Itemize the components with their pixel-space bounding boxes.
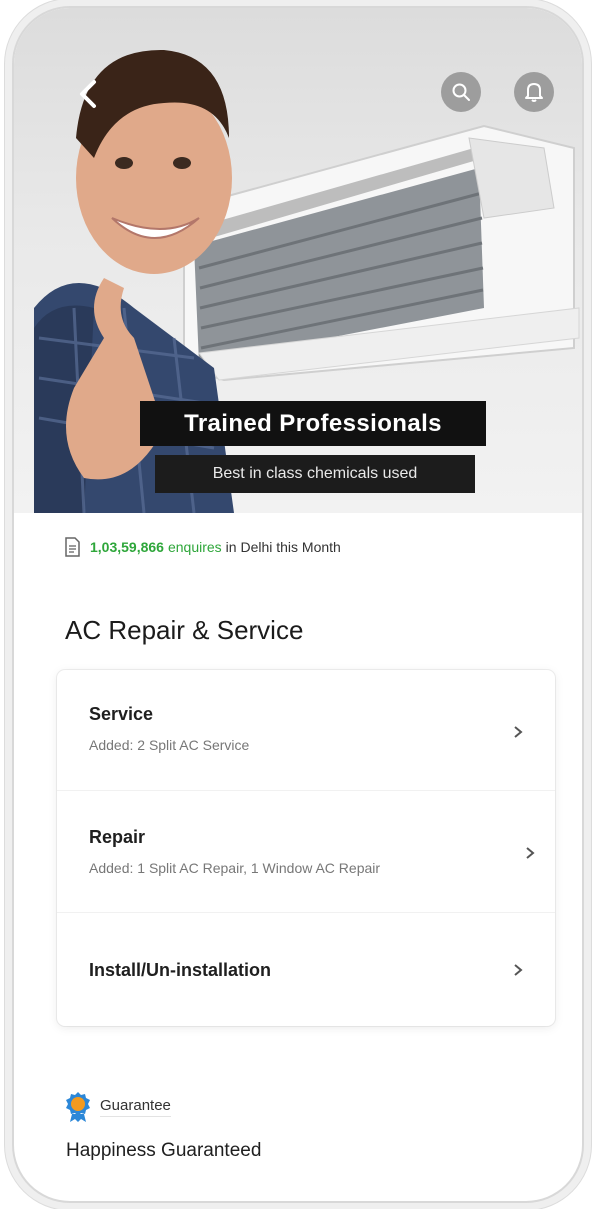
option-sub: Added: 2 Split AC Service bbox=[89, 737, 250, 753]
option-repair[interactable]: Repair Added: 1 Split AC Repair, 1 Windo… bbox=[57, 791, 555, 911]
enquiry-count: 1,03,59,866 bbox=[90, 539, 164, 555]
guarantee-headline: Happiness Guaranteed bbox=[66, 1140, 262, 1161]
option-install[interactable]: Install/Un-installation bbox=[57, 913, 555, 1025]
back-arrow-icon bbox=[80, 80, 96, 108]
chevron-right-icon bbox=[514, 726, 523, 738]
service-options-card: Service Added: 2 Split AC Service Repair… bbox=[57, 670, 555, 1026]
phone-frame: Trained Professionals Best in class chem… bbox=[14, 8, 582, 1201]
hero-banner: Trained Professionals Best in class chem… bbox=[14, 8, 582, 513]
option-service[interactable]: Service Added: 2 Split AC Service bbox=[57, 670, 555, 790]
guarantee-label: Guarantee bbox=[100, 1097, 171, 1117]
chevron-right-icon bbox=[514, 964, 523, 976]
page-title: AC Repair & Service bbox=[65, 615, 304, 645]
option-label: Service bbox=[89, 704, 154, 724]
document-icon bbox=[65, 537, 80, 557]
enquiry-word: enquires bbox=[167, 539, 222, 555]
caption-subtitle: Best in class chemicals used bbox=[155, 455, 475, 493]
bell-icon bbox=[525, 83, 543, 102]
back-button[interactable] bbox=[72, 74, 106, 114]
enquiry-stat: 1,03,59,866 enquires in Delhi this Month bbox=[64, 537, 341, 557]
search-button[interactable] bbox=[441, 72, 481, 112]
guarantee-badge-icon bbox=[66, 1092, 90, 1122]
enquiry-rest: in Delhi this Month bbox=[225, 539, 341, 555]
search-icon bbox=[452, 83, 470, 101]
notifications-button[interactable] bbox=[514, 72, 554, 112]
chevron-right-icon bbox=[526, 847, 535, 859]
option-sub: Added: 1 Split AC Repair, 1 Window AC Re… bbox=[89, 860, 381, 876]
caption-title: Trained Professionals bbox=[140, 401, 486, 446]
guarantee-badge: Guarantee bbox=[64, 1091, 171, 1123]
option-label: Repair bbox=[89, 827, 146, 847]
option-label: Install/Un-installation bbox=[89, 960, 272, 980]
